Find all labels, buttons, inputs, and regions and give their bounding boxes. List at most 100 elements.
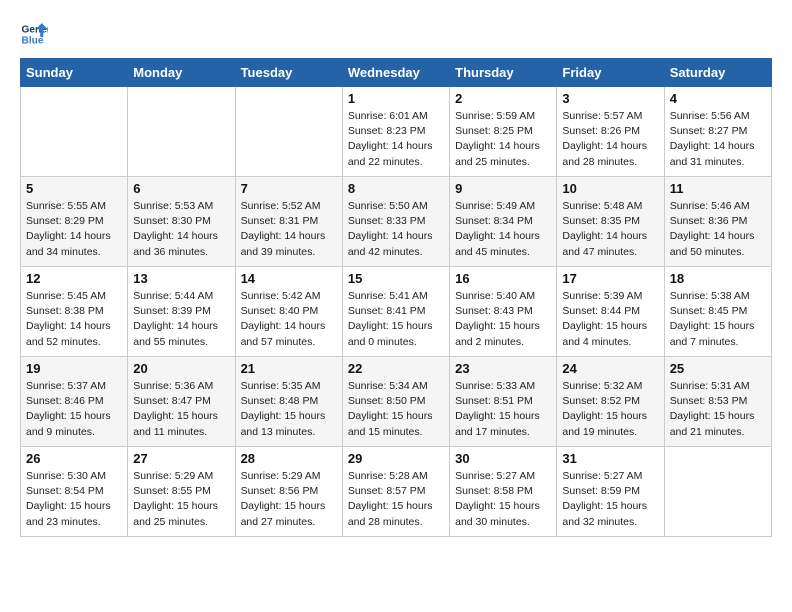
weekday-header: Saturday	[664, 59, 771, 87]
day-info: Sunrise: 5:37 AMSunset: 8:46 PMDaylight:…	[26, 379, 122, 440]
day-info: Sunrise: 5:57 AMSunset: 8:26 PMDaylight:…	[562, 109, 658, 170]
calendar-cell: 9Sunrise: 5:49 AMSunset: 8:34 PMDaylight…	[450, 177, 557, 267]
calendar-cell: 7 Sunrise: 5:52 AMSunset: 8:31 PMDaylight…	[235, 177, 342, 267]
day-info: Sunrise: 5:52 AMSunset: 8:31 PMDaylight:…	[241, 199, 337, 260]
day-info: Sunrise: 5:44 AMSunset: 8:39 PMDaylight:…	[133, 289, 229, 350]
calendar-cell: 23 Sunrise: 5:33 AMSunset: 8:51 PMDayligh…	[450, 357, 557, 447]
day-info: Sunrise: 5:45 AMSunset: 8:38 PMDaylight:…	[26, 289, 122, 350]
calendar-week-row: 12 Sunrise: 5:45 AMSunset: 8:38 PMDayligh…	[21, 267, 772, 357]
weekday-header: Friday	[557, 59, 664, 87]
calendar-cell: 18 Sunrise: 5:38 AMSunset: 8:45 PMDayligh…	[664, 267, 771, 357]
calendar-cell: 20 Sunrise: 5:36 AMSunset: 8:47 PMDayligh…	[128, 357, 235, 447]
calendar-cell: 27 Sunrise: 5:29 AMSunset: 8:55 PMDayligh…	[128, 447, 235, 537]
day-info: Sunrise: 5:34 AMSunset: 8:50 PMDaylight:…	[348, 379, 444, 440]
logo: General Blue	[20, 20, 50, 48]
day-number: 6	[133, 181, 229, 196]
day-number: 3	[562, 91, 658, 106]
day-info: Sunrise: 5:59 AMSunset: 8:25 PMDaylight:…	[455, 109, 551, 170]
day-number: 12	[26, 271, 122, 286]
day-info: Sunrise: 5:27 AMSunset: 8:59 PMDaylight:…	[562, 469, 658, 530]
calendar-cell	[21, 87, 128, 177]
calendar-cell: 4Sunrise: 5:56 AMSunset: 8:27 PMDaylight…	[664, 87, 771, 177]
day-number: 15	[348, 271, 444, 286]
day-number: 30	[455, 451, 551, 466]
day-info: Sunrise: 5:39 AMSunset: 8:44 PMDaylight:…	[562, 289, 658, 350]
day-info: Sunrise: 5:50 AMSunset: 8:33 PMDaylight:…	[348, 199, 444, 260]
calendar-cell: 21Sunrise: 5:35 AMSunset: 8:48 PMDayligh…	[235, 357, 342, 447]
day-number: 22	[348, 361, 444, 376]
calendar-cell: 28 Sunrise: 5:29 AMSunset: 8:56 PMDayligh…	[235, 447, 342, 537]
page-header: General Blue	[20, 20, 772, 48]
weekday-header: Tuesday	[235, 59, 342, 87]
calendar-cell: 29 Sunrise: 5:28 AMSunset: 8:57 PMDayligh…	[342, 447, 449, 537]
calendar-cell: 11Sunrise: 5:46 AMSunset: 8:36 PMDayligh…	[664, 177, 771, 267]
day-number: 19	[26, 361, 122, 376]
day-info: Sunrise: 5:48 AMSunset: 8:35 PMDaylight:…	[562, 199, 658, 260]
day-number: 26	[26, 451, 122, 466]
day-info: Sunrise: 5:42 AMSunset: 8:40 PMDaylight:…	[241, 289, 337, 350]
logo-icon: General Blue	[20, 20, 48, 48]
calendar-cell: 25 Sunrise: 5:31 AMSunset: 8:53 PMDayligh…	[664, 357, 771, 447]
day-number: 2	[455, 91, 551, 106]
day-info: Sunrise: 5:28 AMSunset: 8:57 PMDaylight:…	[348, 469, 444, 530]
day-number: 20	[133, 361, 229, 376]
day-number: 5	[26, 181, 122, 196]
day-number: 13	[133, 271, 229, 286]
day-info: Sunrise: 5:31 AMSunset: 8:53 PMDaylight:…	[670, 379, 766, 440]
day-info: Sunrise: 5:41 AMSunset: 8:41 PMDaylight:…	[348, 289, 444, 350]
day-number: 23	[455, 361, 551, 376]
calendar-cell	[235, 87, 342, 177]
day-number: 10	[562, 181, 658, 196]
header-row: SundayMondayTuesdayWednesdayThursdayFrid…	[21, 59, 772, 87]
day-number: 9	[455, 181, 551, 196]
day-number: 27	[133, 451, 229, 466]
calendar-cell: 31 Sunrise: 5:27 AMSunset: 8:59 PMDayligh…	[557, 447, 664, 537]
weekday-header: Sunday	[21, 59, 128, 87]
calendar-cell: 10 Sunrise: 5:48 AMSunset: 8:35 PMDayligh…	[557, 177, 664, 267]
day-info: Sunrise: 5:29 AMSunset: 8:55 PMDaylight:…	[133, 469, 229, 530]
weekday-header: Monday	[128, 59, 235, 87]
day-info: Sunrise: 5:32 AMSunset: 8:52 PMDaylight:…	[562, 379, 658, 440]
day-number: 29	[348, 451, 444, 466]
day-number: 18	[670, 271, 766, 286]
day-number: 31	[562, 451, 658, 466]
day-number: 8	[348, 181, 444, 196]
calendar-week-row: 5 Sunrise: 5:55 AMSunset: 8:29 PMDaylight…	[21, 177, 772, 267]
day-number: 21	[241, 361, 337, 376]
calendar-cell: 2 Sunrise: 5:59 AMSunset: 8:25 PMDaylight…	[450, 87, 557, 177]
calendar-cell: 19 Sunrise: 5:37 AMSunset: 8:46 PMDayligh…	[21, 357, 128, 447]
day-info: Sunrise: 5:33 AMSunset: 8:51 PMDaylight:…	[455, 379, 551, 440]
calendar-cell: 5 Sunrise: 5:55 AMSunset: 8:29 PMDaylight…	[21, 177, 128, 267]
day-info: Sunrise: 6:01 AMSunset: 8:23 PMDaylight:…	[348, 109, 444, 170]
day-number: 14	[241, 271, 337, 286]
day-info: Sunrise: 5:29 AMSunset: 8:56 PMDaylight:…	[241, 469, 337, 530]
day-info: Sunrise: 5:53 AMSunset: 8:30 PMDaylight:…	[133, 199, 229, 260]
calendar-cell	[664, 447, 771, 537]
calendar-cell: 16 Sunrise: 5:40 AMSunset: 8:43 PMDayligh…	[450, 267, 557, 357]
calendar-cell	[128, 87, 235, 177]
day-number: 16	[455, 271, 551, 286]
day-info: Sunrise: 5:46 AMSunset: 8:36 PMDaylight:…	[670, 199, 766, 260]
calendar-cell: 6 Sunrise: 5:53 AMSunset: 8:30 PMDaylight…	[128, 177, 235, 267]
calendar-week-row: 26Sunrise: 5:30 AMSunset: 8:54 PMDayligh…	[21, 447, 772, 537]
weekday-header: Thursday	[450, 59, 557, 87]
day-info: Sunrise: 5:40 AMSunset: 8:43 PMDaylight:…	[455, 289, 551, 350]
day-info: Sunrise: 5:56 AMSunset: 8:27 PMDaylight:…	[670, 109, 766, 170]
calendar-cell: 26Sunrise: 5:30 AMSunset: 8:54 PMDayligh…	[21, 447, 128, 537]
calendar-week-row: 1 Sunrise: 6:01 AMSunset: 8:23 PMDaylight…	[21, 87, 772, 177]
day-number: 28	[241, 451, 337, 466]
day-info: Sunrise: 5:38 AMSunset: 8:45 PMDaylight:…	[670, 289, 766, 350]
day-number: 7	[241, 181, 337, 196]
calendar-cell: 12 Sunrise: 5:45 AMSunset: 8:38 PMDayligh…	[21, 267, 128, 357]
day-number: 25	[670, 361, 766, 376]
calendar-week-row: 19 Sunrise: 5:37 AMSunset: 8:46 PMDayligh…	[21, 357, 772, 447]
calendar-cell: 8 Sunrise: 5:50 AMSunset: 8:33 PMDaylight…	[342, 177, 449, 267]
day-info: Sunrise: 5:27 AMSunset: 8:58 PMDaylight:…	[455, 469, 551, 530]
day-info: Sunrise: 5:55 AMSunset: 8:29 PMDaylight:…	[26, 199, 122, 260]
calendar-table: SundayMondayTuesdayWednesdayThursdayFrid…	[20, 58, 772, 537]
calendar-cell: 30 Sunrise: 5:27 AMSunset: 8:58 PMDayligh…	[450, 447, 557, 537]
day-number: 1	[348, 91, 444, 106]
calendar-cell: 14 Sunrise: 5:42 AMSunset: 8:40 PMDayligh…	[235, 267, 342, 357]
day-info: Sunrise: 5:36 AMSunset: 8:47 PMDaylight:…	[133, 379, 229, 440]
calendar-body: 1 Sunrise: 6:01 AMSunset: 8:23 PMDaylight…	[21, 87, 772, 537]
